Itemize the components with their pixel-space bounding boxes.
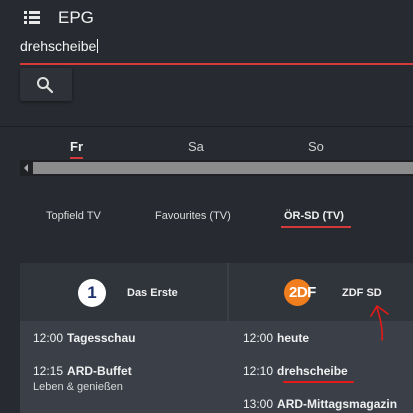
tab-day-so[interactable]: So — [308, 139, 324, 154]
channel-header-das-erste[interactable] — [20, 263, 227, 321]
search-input[interactable]: drehscheibe — [20, 38, 413, 64]
program-item[interactable]: 12:00 heute — [243, 331, 309, 345]
scroll-left-arrow-icon[interactable] — [24, 164, 28, 172]
search-button[interactable] — [20, 68, 72, 101]
search-input-underline — [20, 63, 413, 65]
tab-day-fr[interactable]: Fr — [70, 139, 83, 154]
program-item[interactable]: 12:10 drehscheibe — [243, 364, 348, 378]
annotation-underline — [283, 381, 354, 383]
program-item[interactable]: 12:15 ARD-Buffet — [33, 364, 132, 378]
channel-name: ZDF SD — [342, 287, 382, 299]
program-subtitle: Leben & genießen — [33, 381, 123, 393]
tab-day-sa[interactable]: Sa — [188, 139, 204, 154]
day-tab-active-indicator — [70, 157, 83, 159]
list-tab-active-indicator — [281, 226, 351, 228]
search-icon — [37, 77, 54, 94]
zdf-logo: 2DF — [284, 279, 330, 306]
tab-topfield-tv[interactable]: Topfield TV — [46, 210, 101, 222]
horizontal-scrollbar[interactable] — [20, 160, 413, 176]
annotation-arrow-icon — [370, 305, 389, 341]
das-erste-logo: 1 — [78, 279, 106, 307]
program-item[interactable]: 13:00 ARD-Mittagsmagazin — [243, 397, 397, 411]
text-caret — [97, 39, 99, 53]
page-title: EPG — [58, 8, 94, 27]
section-divider — [0, 126, 413, 127]
scrollbar-thumb[interactable] — [33, 162, 413, 174]
tab-oer-sd-tv[interactable]: ÖR-SD (TV) — [284, 210, 344, 222]
tab-favourites-tv[interactable]: Favourites (TV) — [155, 210, 231, 222]
search-input-value: drehscheibe — [20, 38, 97, 54]
channel-name: Das Erste — [127, 287, 178, 299]
hamburger-menu-icon[interactable] — [24, 11, 40, 24]
program-item[interactable]: 12:00 Tagesschau — [33, 331, 136, 345]
